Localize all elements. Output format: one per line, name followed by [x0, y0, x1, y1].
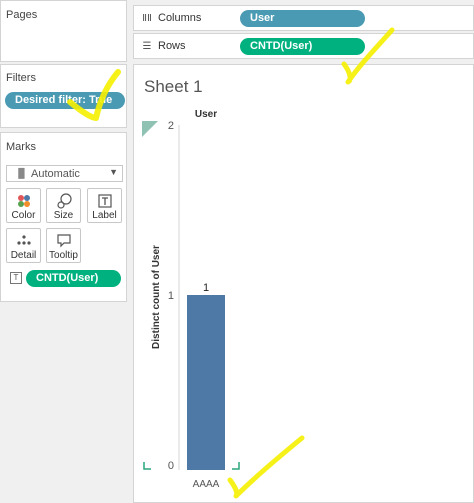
y-tick-1: 1 — [168, 290, 174, 302]
marks-label-button[interactable]: Label — [87, 188, 122, 223]
columns-pill-user[interactable]: User — [240, 10, 365, 27]
category-label-aaaa: AAAA — [193, 479, 220, 490]
column-header-user: User — [195, 109, 217, 120]
tooltip-bubble-icon — [56, 234, 71, 248]
pages-title: Pages — [6, 9, 38, 21]
detail-dots-icon — [16, 235, 31, 245]
marks-panel[interactable]: Marks ▐▌ Automatic ▼ Color Size Label De… — [0, 132, 127, 302]
text-label-icon — [97, 194, 112, 208]
bar-aaaa[interactable] — [187, 295, 225, 470]
marks-color-label: Color — [11, 210, 36, 221]
bar-chart-icon: ▐▌ — [15, 168, 28, 178]
rows-shelf-label: ☰ Rows — [140, 40, 186, 52]
marks-pill-cntd-user[interactable]: CNTD(User) — [26, 270, 121, 287]
marks-tooltip-button[interactable]: Tooltip — [46, 228, 81, 263]
columns-shelf-label: ⅡⅡ Columns — [140, 12, 201, 24]
corner-marker-bottom-right — [232, 462, 240, 470]
rows-pill-cntd-user[interactable]: CNTD(User) — [240, 38, 365, 55]
bar-chart: User Distinct count of User 2 1 0 1 AAAA — [142, 109, 240, 490]
corner-marker-top-left — [142, 121, 158, 137]
marks-label-label: Label — [92, 210, 117, 221]
marks-title: Marks — [6, 141, 36, 153]
y-tick-0: 0 — [168, 460, 174, 472]
columns-label-text: Columns — [158, 12, 202, 24]
filters-panel[interactable]: Filters Desired filter: True — [0, 64, 127, 128]
rows-shelf[interactable]: ☰ Rows CNTD(User) — [133, 33, 474, 59]
mark-type-value: Automatic — [31, 168, 80, 180]
color-dots-icon — [17, 195, 30, 207]
marks-size-button[interactable]: Size — [46, 188, 81, 223]
size-circles-icon — [56, 193, 72, 209]
marks-detail-label: Detail — [10, 250, 37, 261]
y-tick-2: 2 — [168, 120, 174, 132]
marks-detail-button[interactable]: Detail — [6, 228, 41, 263]
filters-title: Filters — [6, 72, 36, 84]
marks-tooltip-label: Tooltip — [49, 250, 78, 261]
mark-type-dropdown[interactable]: ▐▌ Automatic ▼ — [6, 165, 123, 182]
rows-label-text: Rows — [158, 40, 186, 52]
sheet-view[interactable]: Sheet 1 User Distinct count of User 2 1 … — [133, 64, 474, 503]
y-axis-label: Distinct count of User — [151, 245, 162, 349]
corner-marker-bottom-left — [143, 462, 151, 470]
marks-size-label: Size — [53, 210, 74, 221]
pages-panel[interactable]: Pages — [0, 0, 127, 62]
data-label-aaaa: 1 — [203, 282, 209, 294]
columns-shelf[interactable]: ⅡⅡ Columns User — [133, 5, 474, 31]
text-mark-icon: T — [10, 272, 22, 284]
marks-color-button[interactable]: Color — [6, 188, 41, 223]
chevron-down-icon: ▼ — [109, 167, 118, 177]
filter-pill-desired-filter[interactable]: Desired filter: True — [5, 92, 125, 109]
rows-icon: ☰ — [142, 40, 152, 52]
columns-icon: ⅡⅡ — [142, 12, 152, 24]
